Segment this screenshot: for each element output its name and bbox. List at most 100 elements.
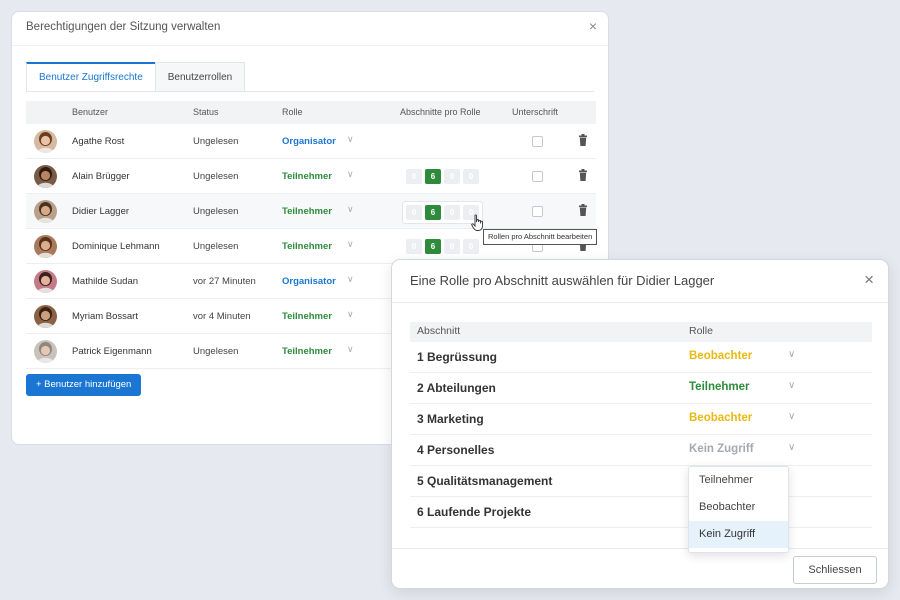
sections-per-role[interactable]: 0600 [406, 169, 479, 184]
user-status: vor 4 Minuten [193, 311, 251, 322]
avatar [34, 200, 57, 223]
section-count-badge: 0 [406, 239, 422, 254]
user-role-select[interactable]: Teilnehmer [282, 171, 332, 182]
chevron-down-icon[interactable]: ∨ [788, 411, 795, 422]
avatar [34, 270, 57, 293]
modal-title: Eine Rolle pro Abschnitt auswählen für D… [410, 273, 715, 288]
user-role-select[interactable]: Organisator [282, 276, 336, 287]
table-row: Agathe Rost Ungelesen Organisator ∨ [26, 124, 596, 159]
section-count-badge: 0 [444, 205, 460, 220]
tab-user-access[interactable]: Benutzer Zugriffsrechte [26, 62, 156, 92]
user-role-select[interactable]: Organisator [282, 136, 336, 147]
modal-header: Eine Rolle pro Abschnitt auswählen für D… [392, 260, 888, 303]
section-name: 5 Qualitätsmanagement [417, 474, 553, 488]
avatar [34, 305, 57, 328]
column-header-section: Abschnitt [417, 325, 461, 337]
user-role-select[interactable]: Teilnehmer [282, 206, 332, 217]
section-role-select[interactable]: Kein Zugriff [689, 443, 754, 455]
chevron-down-icon[interactable]: ∨ [347, 169, 354, 180]
section-role-select[interactable]: Beobachter [689, 350, 752, 362]
section-count-badge: 0 [463, 169, 479, 184]
section-row: 2 Abteilungen Teilnehmer ∨ [410, 373, 872, 404]
close-icon[interactable]: × [589, 19, 597, 33]
section-count-badge: 0 [406, 169, 422, 184]
close-button[interactable]: Schliessen [793, 556, 877, 584]
section-name: 2 Abteilungen [417, 381, 496, 395]
tab-bar: Benutzer Zugriffsrechte Benutzerrollen [26, 62, 246, 92]
section-row: 3 Marketing Beobachter ∨ [410, 404, 872, 435]
chevron-down-icon[interactable]: ∨ [347, 204, 354, 215]
user-name: Dominique Lehmann [72, 241, 160, 252]
chevron-down-icon[interactable]: ∨ [788, 442, 795, 453]
section-row: 6 Laufende Projekte [410, 497, 872, 528]
section-role-select[interactable]: Beobachter [689, 412, 752, 424]
user-status: vor 27 Minuten [193, 276, 256, 287]
section-name: 6 Laufende Projekte [417, 505, 532, 519]
section-count-badge: 0 [406, 205, 422, 220]
section-name: 1 Begrüssung [417, 350, 498, 364]
dropdown-option-teilnehmer[interactable]: Teilnehmer [689, 467, 788, 494]
chevron-down-icon[interactable]: ∨ [347, 134, 354, 145]
section-count-badge: 0 [444, 239, 460, 254]
column-header-role: Rolle [689, 325, 713, 337]
table-header: Benutzer Status Rolle Abschnitte pro Rol… [26, 101, 596, 124]
section-count-badge: 6 [425, 205, 441, 220]
section-count-badge: 6 [425, 169, 441, 184]
chevron-down-icon[interactable]: ∨ [347, 309, 354, 320]
chevron-down-icon[interactable]: ∨ [347, 274, 354, 285]
section-count-badge: 0 [444, 169, 460, 184]
role-dropdown-menu: Teilnehmer Beobachter Kein Zugriff [688, 466, 789, 553]
signature-checkbox[interactable] [532, 171, 543, 182]
section-count-badge: 6 [425, 239, 441, 254]
user-status: Ungelesen [193, 241, 239, 252]
chevron-down-icon[interactable]: ∨ [788, 380, 795, 391]
user-name: Didier Lagger [72, 206, 130, 217]
user-name: Alain Brügger [72, 171, 130, 182]
trash-icon[interactable] [578, 169, 588, 182]
user-status: Ungelesen [193, 346, 239, 357]
section-row: 4 Personelles Kein Zugriff ∨ [410, 435, 872, 466]
signature-checkbox[interactable] [532, 136, 543, 147]
sections-table-body: 1 Begrüssung Beobachter ∨ 2 Abteilungen Teil… [410, 342, 872, 528]
user-status: Ungelesen [193, 136, 239, 147]
modal-footer-divider [392, 548, 888, 549]
user-role-select[interactable]: Teilnehmer [282, 311, 332, 322]
user-role-select[interactable]: Teilnehmer [282, 346, 332, 357]
section-role-modal: Eine Rolle pro Abschnitt auswählen für D… [391, 259, 889, 589]
avatar [34, 340, 57, 363]
sections-table: Abschnitt Rolle 1 Begrüssung Beobachter ∨ 2… [410, 322, 872, 528]
chevron-down-icon[interactable]: ∨ [347, 239, 354, 250]
close-icon[interactable]: × [864, 271, 874, 288]
section-name: 3 Marketing [417, 412, 484, 426]
column-header-status: Status [193, 107, 219, 117]
sections-per-role[interactable]: 0600 [406, 239, 479, 254]
chevron-down-icon[interactable]: ∨ [788, 349, 795, 360]
section-row: 5 Qualitätsmanagement [410, 466, 872, 497]
tab-user-roles[interactable]: Benutzerrollen [154, 62, 246, 92]
add-user-button[interactable]: + Benutzer hinzufügen [26, 374, 142, 396]
table-row: Alain Brügger Ungelesen Teilnehmer ∨ 0 6 0 0 [26, 159, 596, 194]
chevron-down-icon[interactable]: ∨ [347, 344, 354, 355]
sections-table-header: Abschnitt Rolle [410, 322, 872, 342]
edit-sections-tooltip: Rollen pro Abschnitt bearbeiten [483, 229, 598, 245]
user-status: Ungelesen [193, 171, 239, 182]
avatar [34, 165, 57, 188]
column-header-role: Rolle [282, 107, 303, 117]
user-role-select[interactable]: Teilnehmer [282, 241, 332, 252]
signature-checkbox[interactable] [532, 206, 543, 217]
hand-cursor-icon [471, 214, 483, 231]
section-role-select[interactable]: Teilnehmer [689, 381, 750, 393]
column-header-sections: Abschnitte pro Rolle [400, 107, 481, 117]
user-name: Myriam Bossart [72, 311, 138, 322]
dropdown-option-beobachter[interactable]: Beobachter [689, 494, 788, 521]
column-header-user: Benutzer [72, 107, 109, 117]
dropdown-option-kein-zugriff[interactable]: Kein Zugriff [689, 521, 788, 548]
trash-icon[interactable] [578, 134, 588, 147]
section-count-badge: 0 [463, 239, 479, 254]
section-row: 1 Begrüssung Beobachter ∨ [410, 342, 872, 373]
user-name: Patrick Eigenmann [72, 346, 152, 357]
user-name: Agathe Rost [72, 136, 125, 147]
user-name: Mathilde Sudan [72, 276, 139, 287]
tabs-divider [26, 91, 594, 92]
trash-icon[interactable] [578, 204, 588, 217]
